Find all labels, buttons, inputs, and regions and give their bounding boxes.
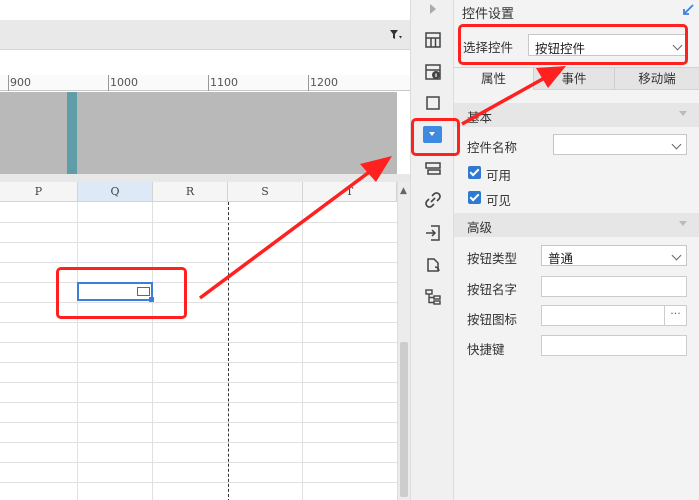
ruler-label: 900	[10, 76, 31, 89]
hyperlink-icon[interactable]	[423, 190, 443, 210]
column-header-t[interactable]: T	[303, 182, 397, 202]
column-header-q[interactable]: Q	[78, 182, 153, 202]
button-type-label: 按钮类型	[467, 251, 518, 266]
grid-line	[0, 442, 397, 443]
chevron-down-icon[interactable]	[671, 139, 682, 150]
section-basic-title: 基本	[467, 110, 493, 125]
top-blank-bar	[0, 0, 410, 20]
ruler-label: 1000	[110, 76, 138, 89]
button-name-label: 按钮名字	[467, 282, 518, 297]
grid-line	[0, 342, 397, 343]
button-type-value: 普通	[548, 251, 574, 266]
vertical-scrollbar[interactable]: ▲	[397, 182, 410, 500]
button-type-select[interactable]: 普通	[541, 245, 687, 266]
enabled-checkbox[interactable]	[468, 166, 481, 179]
grid-line	[0, 402, 397, 403]
annotation-box-widget-icon	[411, 118, 460, 156]
annotation-box-select	[458, 24, 688, 65]
import-icon[interactable]	[423, 223, 443, 243]
shortcut-label: 快捷键	[467, 342, 505, 357]
shortcut-input[interactable]	[541, 335, 687, 356]
button-icon-input[interactable]: ···	[541, 305, 687, 326]
cell-border-icon[interactable]	[423, 93, 443, 113]
grid-line	[152, 202, 153, 500]
section-advanced[interactable]: 高级	[454, 213, 699, 237]
structure-tree-icon[interactable]	[423, 287, 443, 307]
grid-line	[0, 322, 397, 323]
page-margin-area	[0, 92, 397, 174]
button-name-input[interactable]	[541, 276, 687, 297]
chevron-down-icon[interactable]	[671, 250, 682, 261]
collapse-panel-icon[interactable]	[682, 4, 694, 16]
column-header-s[interactable]: S	[228, 182, 303, 202]
tab-events[interactable]: 事件	[534, 68, 615, 90]
grid-line	[77, 202, 78, 500]
section-collapse-icon[interactable]	[679, 221, 687, 226]
cell-info-icon[interactable]	[423, 62, 443, 82]
enabled-label: 可用	[486, 168, 512, 183]
cell-attributes-icon[interactable]	[423, 30, 443, 50]
widget-name-field[interactable]	[553, 134, 687, 155]
ruler-label: 1200	[310, 76, 338, 89]
page-break-line	[228, 202, 229, 500]
widget-settings-panel: 控件设置 选择控件 按钮控件 属性 事件 移动端 基本 控件名称 可用 可见 高…	[454, 0, 699, 500]
ruler-label: 1100	[210, 76, 238, 89]
scrollbar-thumb[interactable]	[400, 342, 408, 497]
more-options-button[interactable]: ···	[664, 306, 686, 325]
grid-line	[0, 462, 397, 463]
horizontal-ruler: 900 1000 1100 1200	[0, 75, 410, 91]
column-header-r[interactable]: R	[153, 182, 228, 202]
page-boundary-marker[interactable]	[67, 92, 77, 174]
side-icon-bar	[410, 0, 454, 500]
grid-line	[302, 202, 303, 500]
condition-attributes-icon[interactable]	[423, 158, 443, 178]
annotation-box-cell	[56, 267, 187, 319]
grid-line	[0, 482, 397, 483]
section-collapse-icon[interactable]	[679, 111, 687, 116]
column-header-p[interactable]: P	[0, 182, 78, 202]
visible-label: 可见	[486, 193, 512, 208]
app-root: 900 1000 1100 1200 P Q R S T ▲ 控件设置 选择控件…	[0, 0, 699, 500]
grid-line	[0, 362, 397, 363]
section-basic[interactable]: 基本	[454, 103, 699, 127]
panel-title: 控件设置	[462, 7, 515, 22]
visible-checkbox[interactable]	[468, 191, 481, 204]
section-advanced-title: 高级	[467, 220, 493, 235]
filter-icon[interactable]	[389, 29, 403, 41]
sheet-gap	[0, 174, 410, 182]
editor-toolbar	[0, 20, 410, 50]
tab-mobile[interactable]: 移动端	[615, 68, 699, 90]
tab-attributes[interactable]: 属性	[454, 68, 534, 90]
grid-line	[0, 222, 397, 223]
grid-line	[0, 242, 397, 243]
mobile-attributes-icon[interactable]	[423, 255, 443, 275]
button-icon-label: 按钮图标	[467, 312, 518, 327]
grid-line	[0, 382, 397, 383]
grid-line	[0, 262, 397, 263]
expand-caret-icon[interactable]	[430, 4, 436, 14]
grid-line	[0, 422, 397, 423]
scroll-up-icon[interactable]: ▲	[400, 186, 407, 196]
settings-tabs: 属性 事件 移动端	[454, 67, 699, 90]
spreadsheet-grid[interactable]: P Q R S T	[0, 182, 397, 500]
widget-name-label: 控件名称	[467, 140, 518, 155]
